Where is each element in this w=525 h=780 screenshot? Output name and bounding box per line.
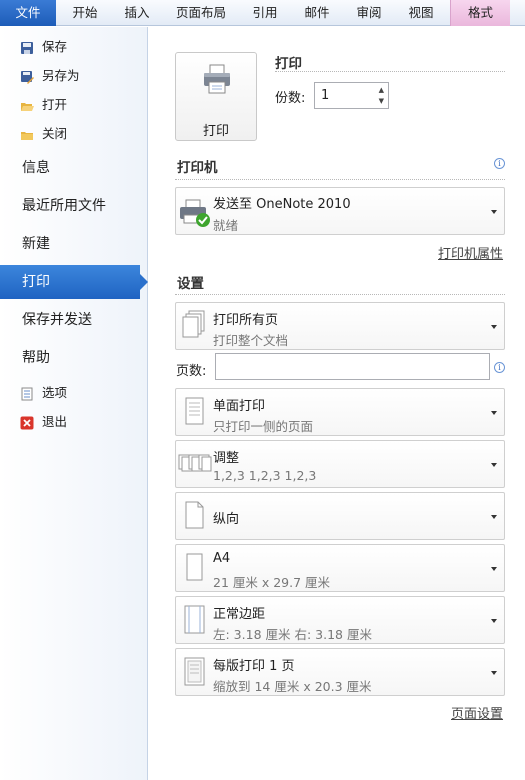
option-subtitle: 21 厘米 x 29.7 厘米 — [213, 575, 331, 590]
printer-icon — [201, 63, 233, 99]
option-subtitle: 打印整个文档 — [213, 333, 289, 348]
sidebar-item-close[interactable]: 关闭 — [20, 123, 67, 145]
tab-view[interactable]: 视图 — [398, 0, 444, 26]
sidebar-item-label: 保存 — [42, 39, 68, 54]
chevron-down-icon — [491, 325, 497, 329]
tab-file[interactable]: 文件 — [0, 0, 56, 26]
option-title: 单面打印 — [213, 399, 266, 414]
increment-arrow-icon[interactable]: ▲ — [379, 86, 384, 94]
option-title: 打印所有页 — [213, 313, 279, 328]
print-button-label: 打印 — [202, 124, 229, 139]
ribbon-tab-bar: 文件 开始 插入 页面布局 引用 邮件 审阅 视图 格式 — [0, 0, 525, 26]
option-title: 纵向 — [213, 512, 240, 527]
sidebar-item-open[interactable]: 打开 — [20, 94, 67, 116]
sidebar-item-label: 打开 — [42, 97, 68, 112]
collate-dropdown[interactable]: 调整 1,2,3 1,2,3 1,2,3 — [175, 440, 505, 488]
copies-label: 份数: — [275, 91, 306, 106]
sidebar-item-save[interactable]: 保存 — [20, 36, 67, 58]
save-as-icon — [20, 69, 34, 84]
sidebar-item-label: 另存为 — [42, 68, 80, 83]
tab-format[interactable]: 格式 — [450, 0, 510, 26]
chevron-down-icon — [491, 411, 497, 415]
print-range-dropdown[interactable]: 打印所有页 打印整个文档 — [175, 302, 505, 350]
option-title: 调整 — [213, 451, 240, 466]
chevron-down-icon — [491, 210, 497, 214]
chevron-down-icon — [491, 515, 497, 519]
print-panel: 打印 打印 份数: 1 ▲ ▼ 打印机 i 发送至 OneNote 2010 就… — [149, 27, 525, 780]
sidebar-item-info[interactable]: 信息 — [0, 151, 148, 185]
pages-input[interactable] — [215, 353, 490, 380]
printer-dropdown[interactable]: 发送至 OneNote 2010 就绪 — [175, 187, 505, 235]
pages-label: 页数: — [176, 364, 207, 379]
option-subtitle: 1,2,3 1,2,3 1,2,3 — [213, 468, 317, 483]
orientation-dropdown[interactable]: 纵向 — [175, 492, 505, 540]
margins-icon — [182, 604, 208, 640]
print-title: 打印 — [275, 56, 302, 72]
tab-mailings[interactable]: 邮件 — [294, 0, 340, 26]
portrait-icon — [182, 500, 208, 536]
close-folder-icon — [20, 127, 34, 141]
divider — [175, 294, 505, 295]
info-icon[interactable]: i — [494, 158, 505, 169]
sidebar-item-exit[interactable]: 退出 — [20, 411, 67, 433]
printer-ready-icon — [178, 197, 212, 233]
option-title: 每版打印 1 页 — [213, 659, 295, 674]
sidebar-item-label: 关闭 — [42, 126, 68, 141]
sidebar-item-save-as[interactable]: 另存为 — [20, 65, 80, 87]
margins-dropdown[interactable]: 正常边距 左: 3.18 厘米 右: 3.18 厘米 — [175, 596, 505, 644]
sidebar-item-save-send[interactable]: 保存并发送 — [0, 303, 148, 337]
info-icon[interactable]: i — [494, 362, 505, 373]
collate-icon — [178, 451, 212, 481]
copies-stepper[interactable]: 1 ▲ ▼ — [314, 82, 389, 109]
all-pages-icon — [182, 310, 208, 346]
page-setup-link[interactable]: 页面设置 — [451, 703, 503, 722]
print-button[interactable]: 打印 — [175, 52, 257, 141]
divider — [275, 71, 505, 72]
option-subtitle: 左: 3.18 厘米 右: 3.18 厘米 — [213, 627, 372, 642]
tab-references[interactable]: 引用 — [242, 0, 288, 26]
chevron-down-icon — [491, 463, 497, 467]
exit-icon — [20, 415, 34, 430]
option-subtitle: 只打印一侧的页面 — [213, 419, 314, 434]
sidebar-item-recent[interactable]: 最近所用文件 — [0, 189, 148, 223]
copies-value: 1 — [321, 88, 330, 103]
printer-name: 发送至 OneNote 2010 — [213, 197, 351, 212]
tab-insert[interactable]: 插入 — [114, 0, 160, 26]
sidebar-item-new[interactable]: 新建 — [0, 227, 148, 261]
printer-header: 打印机 — [177, 160, 218, 176]
sidebar-item-label: 退出 — [42, 414, 68, 429]
option-title: 正常边距 — [213, 607, 266, 622]
printer-properties-link[interactable]: 打印机属性 — [438, 243, 503, 262]
open-folder-icon — [20, 98, 34, 112]
decrement-arrow-icon[interactable]: ▼ — [379, 97, 384, 105]
chevron-down-icon — [491, 671, 497, 675]
sidebar-item-help[interactable]: 帮助 — [0, 341, 148, 375]
options-icon — [20, 386, 34, 401]
pages-per-sheet-dropdown[interactable]: 每版打印 1 页 缩放到 14 厘米 x 20.3 厘米 — [175, 648, 505, 696]
tab-page-layout[interactable]: 页面布局 — [166, 0, 236, 26]
sidebar-item-print[interactable]: 打印 — [0, 265, 148, 299]
backstage-sidebar: 保存 另存为 打开 关闭 信息 最近所用文件 新建 打印 保存并发送 帮助 选项… — [0, 27, 148, 780]
sides-dropdown[interactable]: 单面打印 只打印一侧的页面 — [175, 388, 505, 436]
one-sided-icon — [182, 396, 208, 432]
pages-per-sheet-icon — [182, 656, 208, 692]
option-title: A4 — [213, 551, 231, 566]
option-subtitle: 缩放到 14 厘米 x 20.3 厘米 — [213, 679, 372, 694]
divider — [175, 179, 505, 180]
save-icon — [20, 40, 34, 54]
settings-header: 设置 — [177, 276, 204, 292]
tab-review[interactable]: 审阅 — [346, 0, 392, 26]
chevron-down-icon — [491, 567, 497, 571]
printer-status: 就绪 — [213, 218, 239, 233]
paper-size-dropdown[interactable]: A4 21 厘米 x 29.7 厘米 — [175, 544, 505, 592]
tab-home[interactable]: 开始 — [58, 0, 112, 26]
chevron-down-icon — [491, 619, 497, 623]
sidebar-item-label: 选项 — [42, 385, 68, 400]
sidebar-item-options[interactable]: 选项 — [20, 382, 67, 404]
paper-size-icon — [182, 552, 208, 588]
